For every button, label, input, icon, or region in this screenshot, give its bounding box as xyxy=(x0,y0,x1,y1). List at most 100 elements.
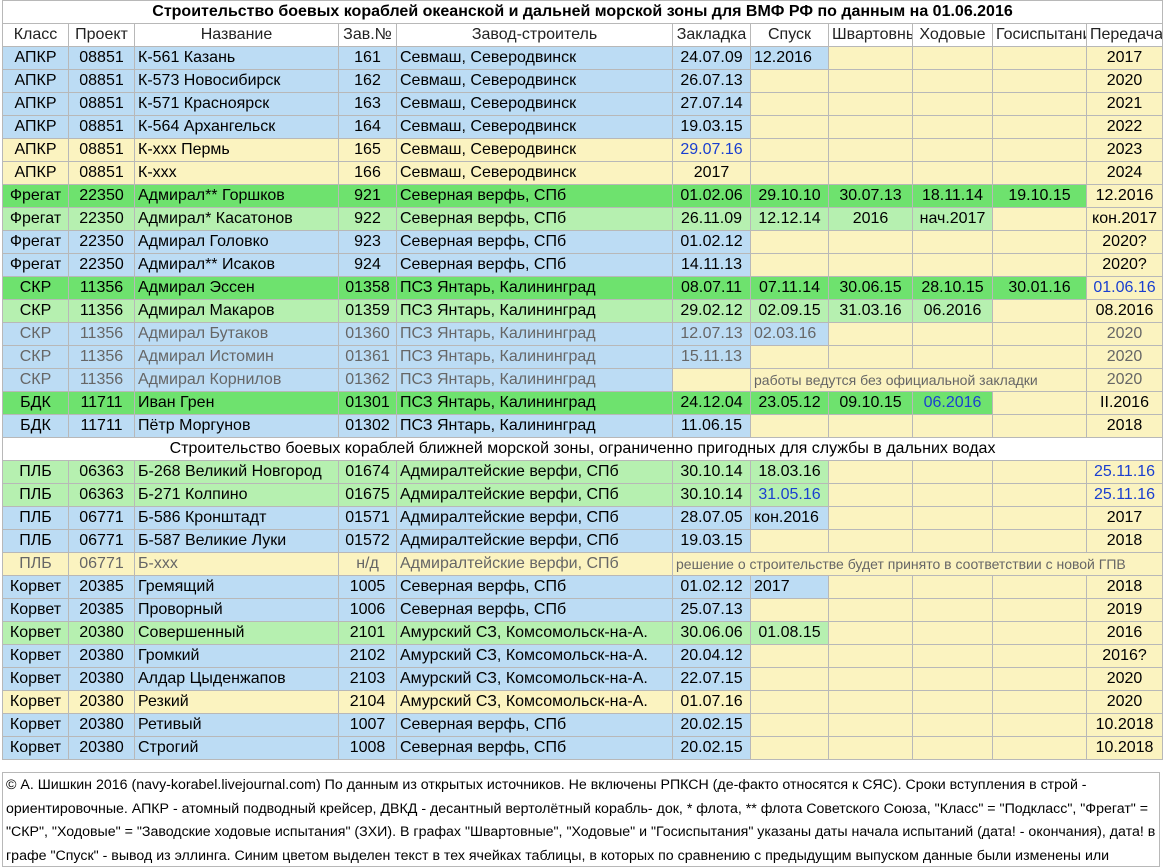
cell-laid: 30.06.06 xyxy=(672,621,751,645)
cell-laid: 01.02.12 xyxy=(672,230,751,254)
cell-proj: 08851 xyxy=(68,69,135,93)
cell-name: Пётр Моргунов xyxy=(134,414,339,438)
table-row: Корвет 20380 Строгий 1008 Северная верфь, СП… xyxy=(2,736,1164,760)
cell-cls: Корвет xyxy=(2,644,69,668)
cell-state xyxy=(992,598,1087,622)
cell-sea xyxy=(912,253,993,277)
cell-no: 01675 xyxy=(338,483,397,507)
column-header: Зав.№ xyxy=(338,23,397,47)
cell-name: Адмирал Истомин xyxy=(134,345,339,369)
cell-cls: Фрегат xyxy=(2,207,69,231)
cell-laid: 29.02.12 xyxy=(672,299,751,323)
cell-proj: 20380 xyxy=(68,667,135,691)
cell-moor: 30.07.13 xyxy=(828,184,913,208)
cell-launch xyxy=(750,345,829,369)
cell-launch xyxy=(750,667,829,691)
cell-yard: Севмаш, Северодвинск xyxy=(396,161,673,185)
cell-proj: 22350 xyxy=(68,207,135,231)
cell-launch xyxy=(750,598,829,622)
cell-deliv: 2022 xyxy=(1085,115,1164,139)
table-row: Фрегат 22350 Адмирал* Касатонов 922 Северная… xyxy=(2,207,1164,231)
cell-yard: ПСЗ Янтарь, Калининград xyxy=(396,391,673,415)
cell-state xyxy=(992,483,1087,507)
cell-name: К-561 Казань xyxy=(134,46,339,70)
table-row: Корвет 20380 Громкий 2102 Амурский СЗ, Комсо… xyxy=(2,644,1164,668)
cell-name: Резкий xyxy=(134,690,339,714)
cell-no: 01359 xyxy=(338,299,397,323)
cell-proj: 08851 xyxy=(68,115,135,139)
cell-proj: 11356 xyxy=(68,276,135,300)
cell-moor xyxy=(828,736,913,760)
cell-deliv: 25.11.16 xyxy=(1085,460,1164,484)
cell-proj: 20385 xyxy=(68,598,135,622)
cell-state xyxy=(992,207,1087,231)
cell-moor: 09.10.15 xyxy=(828,391,913,415)
cell-deliv: II.2016 xyxy=(1085,391,1164,415)
cell-proj: 08851 xyxy=(68,161,135,185)
cell-laid: 19.03.15 xyxy=(672,529,751,553)
cell-deliv: 2020? xyxy=(1085,253,1164,277)
cell-launch xyxy=(750,69,829,93)
cell-name: Адмирал Бутаков xyxy=(134,322,339,346)
cell-launch xyxy=(750,644,829,668)
cell-no: 1008 xyxy=(338,736,397,760)
cell-laid: 25.07.13 xyxy=(672,598,751,622)
cell-yard: Северная верфь, СПб xyxy=(396,207,673,231)
cell-proj: 11356 xyxy=(68,322,135,346)
cell-no: 924 xyxy=(338,253,397,277)
cell-state: 19.10.15 xyxy=(992,184,1087,208)
cell-no: 161 xyxy=(338,46,397,70)
cell-name: Проворный xyxy=(134,598,339,622)
cell-yard: ПСЗ Янтарь, Калининград xyxy=(396,299,673,323)
cell-name: Б-586 Кронштадт xyxy=(134,506,339,530)
cell-laid: 20.02.15 xyxy=(672,736,751,760)
cell-sea xyxy=(912,161,993,185)
cell-note: решение о строительстве будет принято в … xyxy=(671,552,1164,576)
cell-cls: Корвет xyxy=(2,598,69,622)
cell-launch xyxy=(750,92,829,116)
cell-yard: ПСЗ Янтарь, Калининград xyxy=(396,414,673,438)
cell-no: 1005 xyxy=(338,575,397,599)
column-header: Класс xyxy=(2,23,69,47)
cell-proj: 11711 xyxy=(68,391,135,415)
cell-no: 01301 xyxy=(338,391,397,415)
cell-yard: Севмаш, Северодвинск xyxy=(396,69,673,93)
cell-laid: 26.07.13 xyxy=(672,69,751,93)
column-header: Завод-строитель xyxy=(396,23,673,47)
cell-sea xyxy=(912,667,993,691)
table-row: АПКР 08851 К-571 Красноярск 163 Севмаш, Севе… xyxy=(2,92,1164,116)
cell-state xyxy=(992,644,1087,668)
cell-launch: 31.05.16 xyxy=(750,483,829,507)
cell-deliv: 2017 xyxy=(1085,506,1164,530)
cell-name: Гремящий xyxy=(134,575,339,599)
cell-laid: 26.11.09 xyxy=(672,207,751,231)
cell-laid: 01.07.16 xyxy=(672,690,751,714)
cell-launch xyxy=(750,713,829,737)
table-row: БДК 11711 Иван Грен 01301 ПСЗ Янтарь, Калини… xyxy=(2,391,1164,415)
cell-yard: Адмиралтейские верфи, СПб xyxy=(396,529,673,553)
table-row: АПКР 08851 К-ххх 166 Севмаш, Северодвинск 201… xyxy=(2,161,1164,185)
cell-no: 01571 xyxy=(338,506,397,530)
cell-launch xyxy=(750,230,829,254)
cell-cls: СКР xyxy=(2,299,69,323)
cell-cls: АПКР xyxy=(2,69,69,93)
cell-name: К-573 Новосибирск xyxy=(134,69,339,93)
cell-no: н/д xyxy=(338,552,397,576)
section-subtitle-row: Строительство боевых кораблей ближней мо… xyxy=(1,437,1164,461)
table-row: Фрегат 22350 Адмирал** Горшков 921 Северная … xyxy=(2,184,1164,208)
cell-launch: 23.05.12 xyxy=(750,391,829,415)
cell-sea xyxy=(912,322,993,346)
cell-deliv: 2018 xyxy=(1085,529,1164,553)
cell-sea xyxy=(912,138,993,162)
cell-sea xyxy=(912,345,993,369)
cell-proj: 11711 xyxy=(68,414,135,438)
cell-laid xyxy=(672,368,751,392)
cell-name: Строгий xyxy=(134,736,339,760)
cell-name: Б-268 Великий Новгород xyxy=(134,460,339,484)
cell-yard: Северная верфь, СПб xyxy=(396,184,673,208)
footnote: © А. Шишкин 2016 (navy-korabel.livejourn… xyxy=(2,772,1160,867)
cell-yard: ПСЗ Янтарь, Калининград xyxy=(396,368,673,392)
table-row: СКР 11356 Адмирал Эссен 01358 ПСЗ Янтарь, Ка… xyxy=(2,276,1164,300)
cell-state xyxy=(992,414,1087,438)
cell-launch: 02.09.15 xyxy=(750,299,829,323)
